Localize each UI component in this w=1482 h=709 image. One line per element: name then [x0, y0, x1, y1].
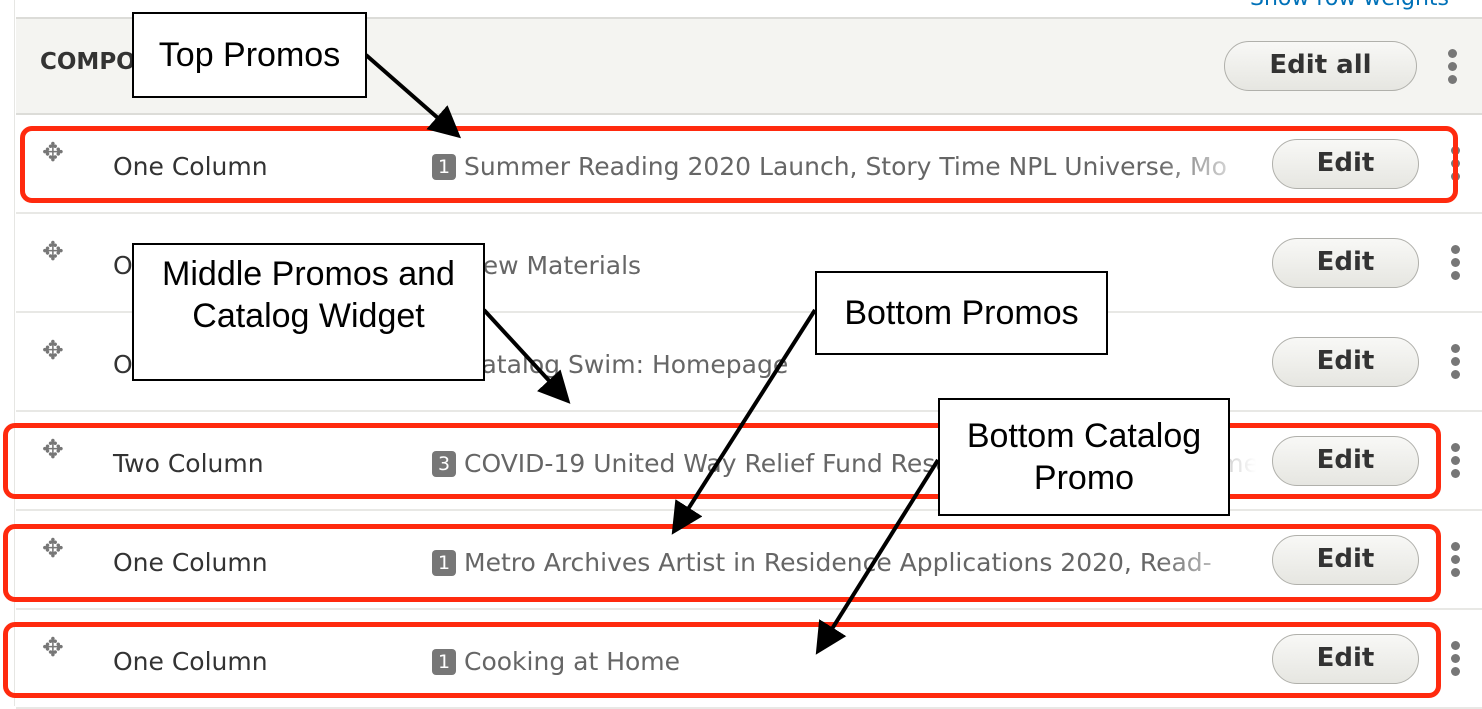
callout-bottom-catalog-promo: Bottom Catalog Promo — [938, 398, 1230, 516]
callout-top-promos: Top Promos — [132, 12, 367, 98]
arrow-middle-promos — [482, 308, 571, 404]
callout-bottom-promos: Bottom Promos — [815, 271, 1108, 355]
arrow-bottom-promos — [671, 308, 817, 535]
arrow-top-promos — [364, 53, 462, 139]
arrow-bottom-catalog-promo — [815, 458, 940, 655]
callout-middle-promos: Middle Promos and Catalog Widget — [132, 243, 485, 381]
